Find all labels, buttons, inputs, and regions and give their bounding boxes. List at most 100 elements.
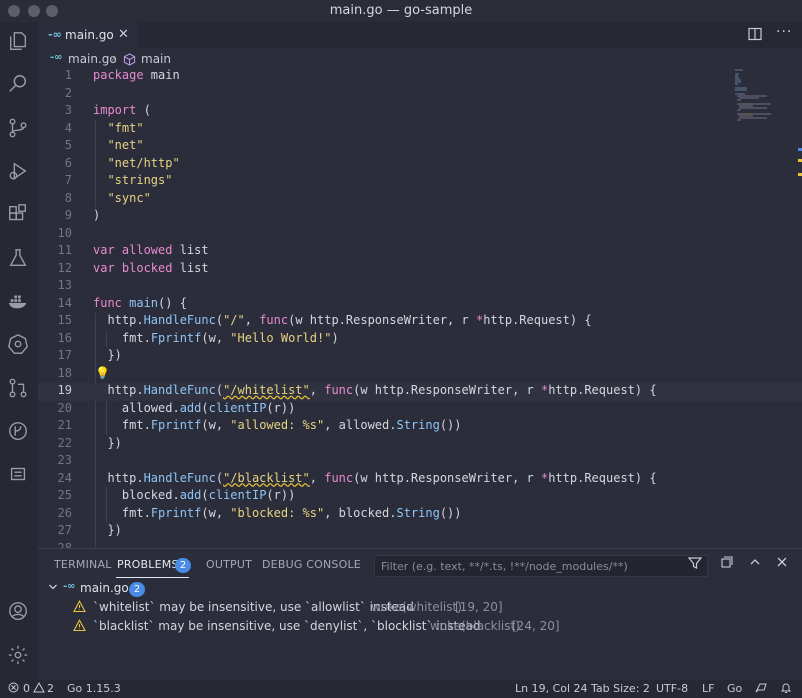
chevron-down-icon[interactable] (48, 582, 58, 592)
code-line: 3 import ( (38, 103, 802, 121)
warning-icon (73, 619, 86, 632)
code-line: 17 }) (38, 348, 802, 366)
line-number: 13 (57, 278, 72, 292)
problems-count-badge: 2 (175, 558, 191, 573)
source-control-icon[interactable] (7, 117, 29, 139)
breadcrumb-symbol[interactable]: main (141, 52, 171, 66)
window-title: main.go — go-sample (329, 3, 473, 18)
problem-item[interactable]: `blacklist` may be insensitive, use `den… (38, 618, 802, 637)
warning-scroll-marker (798, 159, 802, 162)
scroll-position-marker (798, 148, 802, 151)
testing-icon[interactable] (7, 247, 29, 269)
encoding[interactable]: UTF-8 (656, 682, 688, 695)
cursor-position[interactable]: Ln 19, Col 24 (515, 682, 588, 695)
chevron-right-icon: › (111, 51, 116, 65)
line-number: 23 (57, 453, 72, 467)
code-line: 13 (38, 278, 802, 296)
line-number: 21 (57, 418, 72, 432)
tab-output[interactable]: OUTPUT (206, 558, 252, 571)
tab-problems[interactable]: PROBLEMS (117, 558, 179, 571)
docker-icon[interactable] (7, 290, 29, 312)
collapse-all-icon[interactable] (720, 555, 734, 573)
code-line: 2 (38, 86, 802, 104)
problem-source: woke(whitelist) (371, 600, 462, 614)
split-editor-icon[interactable] (748, 27, 762, 41)
filter-icon[interactable] (687, 556, 703, 570)
code-line: 20 allowed.add(clientIP(r)) (38, 401, 802, 419)
tab-debug-console[interactable]: DEBUG CONSOLE (262, 558, 361, 571)
activity-bar (0, 22, 38, 680)
problem-position: [24, 20] (512, 619, 560, 633)
extensions-icon[interactable] (7, 203, 29, 225)
code-line: 9) (38, 208, 802, 226)
close-icon[interactable]: ✕ (118, 27, 129, 42)
package-cube-icon (123, 53, 136, 66)
minimap[interactable] (733, 68, 793, 148)
search-icon[interactable] (7, 73, 29, 95)
accounts-icon[interactable] (7, 600, 29, 622)
end-of-line[interactable]: LF (702, 682, 714, 695)
line-number: 16 (57, 330, 72, 345)
go-file-icon: -∞ (48, 28, 62, 41)
go-version[interactable]: Go 1.15.3 (67, 682, 121, 695)
notifications-bell-icon[interactable] (780, 682, 792, 697)
problems-filter-input[interactable]: Filter (e.g. text, **/*.ts, !**/node_mod… (374, 555, 708, 577)
problem-source: woke(blacklist) (430, 619, 520, 633)
maximize-panel-icon[interactable] (748, 555, 762, 573)
line-number: 9 (64, 208, 72, 222)
line-number: 17 (57, 348, 72, 362)
problem-item[interactable]: `whitelist` may be insensitive, use `all… (38, 599, 802, 618)
code-line: 28 (38, 541, 802, 549)
problems-file-row[interactable]: -∞ main.go 2 (38, 580, 802, 599)
tab-terminal[interactable]: TERMINAL (54, 558, 112, 571)
error-icon[interactable] (8, 682, 19, 696)
problem-message: `whitelist` may be insensitive, use `all… (93, 600, 414, 614)
tab-main-go[interactable]: -∞ main.go ✕ (38, 22, 138, 48)
output-panel-icon[interactable] (7, 463, 29, 485)
active-tab-indicator (116, 577, 189, 578)
code-line: 4 "fmt" (38, 121, 802, 139)
settings-gear-icon[interactable] (7, 644, 29, 666)
line-number: 24 (57, 470, 72, 485)
go-file-icon: -∞ (63, 581, 76, 592)
language-mode[interactable]: Go (727, 682, 742, 695)
code-line: 23 (38, 453, 802, 471)
feedback-icon[interactable] (754, 682, 767, 697)
breadcrumb: -∞ main.go › main (38, 48, 802, 70)
code-line: 5 "net" (38, 138, 802, 156)
line-number: 4 (64, 120, 72, 135)
line-number: 10 (57, 225, 72, 240)
explorer-icon[interactable] (7, 30, 29, 52)
line-number: 12 (57, 260, 72, 275)
code-line: 22 }) (38, 436, 802, 454)
error-count[interactable]: 0 (23, 682, 30, 695)
tab-label: main.go (65, 28, 114, 42)
line-number: 8 (64, 190, 72, 205)
breadcrumb-file[interactable]: main.go (68, 52, 117, 66)
code-line: 12 var blocked list (38, 261, 802, 279)
line-number: 18 (57, 365, 72, 380)
more-actions-icon[interactable]: ··· (776, 24, 792, 40)
code-line: 25 blocked.add(clientIP(r)) (38, 488, 802, 506)
lightbulb-icon[interactable]: 💡 (95, 366, 110, 380)
line-number: 5 (64, 138, 72, 152)
line-number: 26 (57, 505, 72, 520)
editor-tab-bar: -∞ main.go ✕ ··· (38, 22, 802, 48)
close-panel-icon[interactable] (775, 555, 789, 573)
code-line-current: 19 http.HandleFunc("/whitelist", func(w … (38, 383, 802, 401)
code-line: 14 func main() { (38, 296, 802, 314)
code-line: 24 http.HandleFunc("/blacklist", func(w … (38, 471, 802, 489)
code-line: 15 http.HandleFunc("/", func(w http.Resp… (38, 313, 802, 331)
git-graph-icon[interactable] (7, 420, 29, 442)
line-number: 25 (57, 488, 72, 502)
line-number: 27 (57, 523, 72, 537)
warning-count[interactable]: 2 (47, 682, 54, 695)
warning-status-icon[interactable] (33, 681, 45, 696)
kubernetes-icon[interactable] (7, 333, 29, 355)
line-number: 2 (64, 85, 72, 100)
tab-size[interactable]: Tab Size: 2 (591, 682, 650, 695)
pull-requests-icon[interactable] (7, 377, 29, 399)
run-debug-icon[interactable] (7, 160, 29, 182)
code-editor[interactable]: 1 package main 2 3 import ( 4 "fmt" 5 "net… (38, 68, 802, 548)
line-number: 11 (57, 243, 72, 257)
